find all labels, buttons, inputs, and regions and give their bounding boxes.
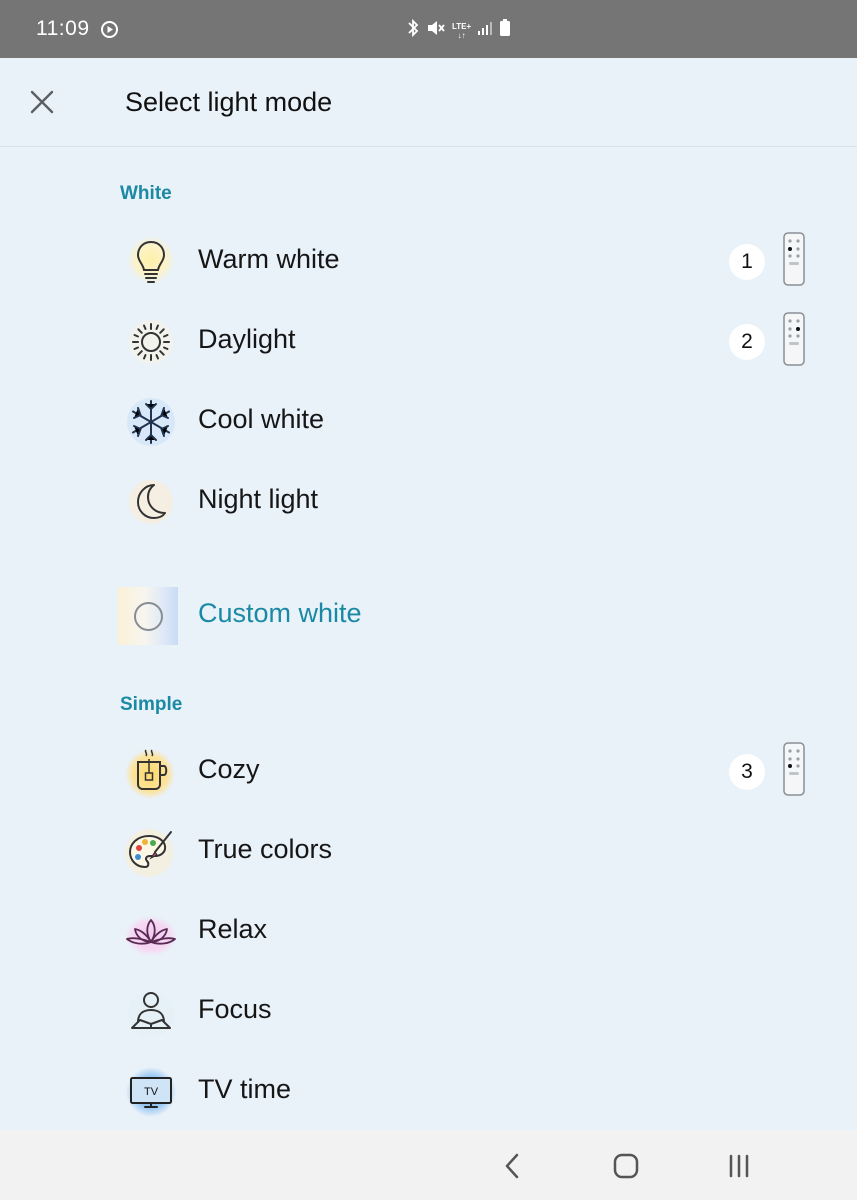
recent-apps-icon	[729, 1154, 749, 1178]
sun-icon	[121, 312, 181, 372]
mode-row-cool-white[interactable]: Cool white	[0, 382, 857, 462]
mode-row-focus[interactable]: Focus	[0, 972, 857, 1052]
person-reading-icon	[121, 982, 181, 1042]
section-header-simple: Simple	[120, 694, 183, 715]
recent-apps-button[interactable]	[717, 1144, 761, 1188]
custom-white-swatch	[118, 587, 178, 645]
back-icon	[505, 1153, 519, 1179]
close-button[interactable]	[22, 82, 62, 122]
mode-row-tv-time[interactable]: TV TV time	[0, 1052, 857, 1132]
network-type-label: LTE+	[452, 21, 472, 31]
network-type: LTE+ ↓↑	[452, 22, 471, 40]
custom-white-label: Custom white	[198, 598, 362, 628]
mode-row-cozy[interactable]: Cozy 3	[0, 732, 857, 812]
mode-label: Night light	[198, 484, 319, 514]
mode-row-warm-white[interactable]: Warm white 1	[0, 222, 857, 302]
back-button[interactable]	[490, 1144, 534, 1188]
status-icons: LTE+ ↓↑	[406, 18, 511, 43]
mode-row-relax[interactable]: Relax	[0, 892, 857, 972]
preset-number-badge: 3	[729, 754, 765, 790]
mode-row-true-colors[interactable]: True colors	[0, 812, 857, 892]
bluetooth-icon	[406, 18, 420, 43]
mode-label: True colors	[198, 834, 333, 864]
page-title: Select light mode	[125, 87, 333, 117]
data-arrows-icon: ↓↑	[457, 30, 466, 40]
mute-icon	[426, 18, 446, 43]
mode-label: Cozy	[198, 754, 260, 784]
status-time: 11:09	[36, 17, 90, 40]
mode-label: TV time	[198, 1074, 292, 1104]
tv-icon-text: TV	[144, 1086, 159, 1098]
close-icon	[30, 90, 54, 114]
section-header-white: White	[120, 183, 172, 204]
home-icon	[613, 1153, 639, 1179]
custom-white-row[interactable]: Custom white	[0, 580, 857, 660]
status-bar: 11:09 LTE+ ↓↑	[0, 0, 857, 58]
mode-row-daylight[interactable]: Daylight 2	[0, 302, 857, 382]
remote-control-icon	[783, 742, 805, 801]
palette-icon	[121, 822, 181, 882]
light-bulb-icon	[121, 232, 181, 292]
mode-label: Daylight	[198, 324, 296, 354]
mode-row-night-light[interactable]: Night light	[0, 462, 857, 542]
lotus-icon	[121, 902, 181, 962]
media-playing-icon	[101, 21, 118, 43]
tv-icon: TV	[121, 1062, 181, 1122]
system-nav-bar	[0, 1130, 857, 1200]
mode-label: Warm white	[198, 244, 340, 274]
remote-control-icon	[783, 232, 805, 291]
preset-number-badge: 2	[729, 324, 765, 360]
mode-label: Cool white	[198, 404, 325, 434]
tea-cup-icon	[121, 742, 181, 802]
mode-label: Relax	[198, 914, 268, 944]
signal-icon	[477, 20, 493, 41]
preset-number-badge: 1	[729, 244, 765, 280]
app-bar: Select light mode	[0, 58, 857, 147]
snowflake-icon	[121, 392, 181, 452]
color-picker-ring-icon	[133, 601, 163, 631]
remote-control-icon	[783, 312, 805, 371]
mode-label: Focus	[198, 994, 272, 1024]
moon-icon	[121, 472, 181, 532]
home-button[interactable]	[604, 1144, 648, 1188]
battery-icon	[499, 18, 511, 43]
